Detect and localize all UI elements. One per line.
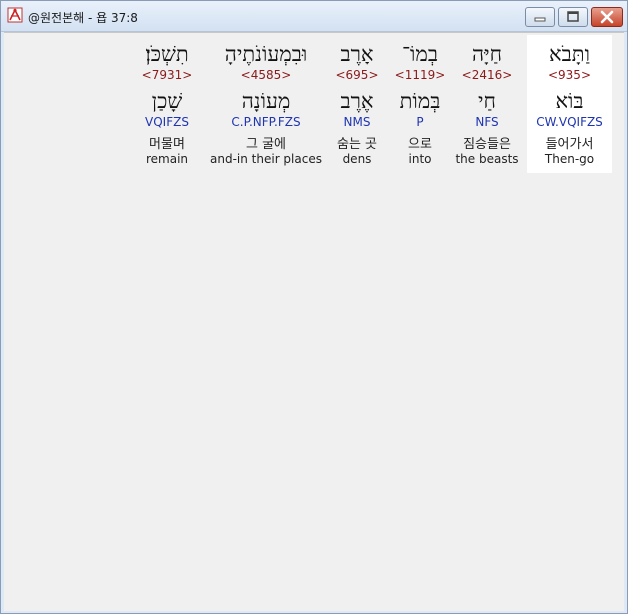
window-title: @원전본해 - 욥 37:8 <box>28 11 138 25</box>
hebrew-word: וּבִמְעוֹנֹתֶיהָ <box>224 42 308 66</box>
word-column-1[interactable]: וַתָּבֹא <935> בּוֹא CW.VQIFZS 들어가서 Then… <box>527 35 612 173</box>
english-gloss: the beasts <box>455 152 519 166</box>
english-gloss: into <box>408 152 432 166</box>
korean-gloss: 으로 <box>408 137 432 152</box>
hebrew-word: אָרֶב <box>340 42 374 66</box>
hebrew-word: בְמוֹ־ <box>402 42 438 66</box>
strong-number: <4585> <box>240 68 292 82</box>
word-column-4[interactable]: אָרֶב <695> אֶרֶב NMS 숨는 곳 dens <box>330 35 384 173</box>
app-window: @원전본해 - 욥 37:8 וַתָּבֹא <935> בּוֹא CW.V… <box>0 0 628 614</box>
morphology-code: CW.VQIFZS <box>536 115 603 129</box>
close-button[interactable] <box>591 7 623 27</box>
morphology-code: P <box>416 115 424 129</box>
lemma: אֶרֶב <box>340 89 374 113</box>
morphology-code: NFS <box>475 115 499 129</box>
minimize-button[interactable] <box>525 7 555 27</box>
strong-number: <7931> <box>141 68 193 82</box>
korean-gloss: 머물며 <box>149 137 185 152</box>
lemma: בְּמוֹת <box>399 89 441 113</box>
korean-gloss: 숨는 곳 <box>336 137 377 152</box>
hebrew-word: תִשְׁכֹּן׃ <box>145 42 189 66</box>
english-gloss: Then-go <box>544 152 595 166</box>
lemma: שָׁכַן <box>151 89 183 113</box>
word-column-5[interactable]: וּבִמְעוֹנֹתֶיהָ <4585> מְעוֹנָה C.P.NFP… <box>209 35 323 173</box>
morphology-code: C.P.NFP.FZS <box>231 115 301 129</box>
word-column-3[interactable]: בְמוֹ־ <1119> בְּמוֹת P 으로 into <box>393 35 447 173</box>
korean-gloss: 들어가서 <box>545 137 594 152</box>
lemma: חַי <box>478 89 496 113</box>
hebrew-word: וַתָּבֹא <box>549 42 590 66</box>
english-gloss: remain <box>145 152 189 166</box>
english-gloss: and-in their places <box>210 152 322 166</box>
title-bar[interactable]: @원전본해 - 욥 37:8 <box>1 1 627 32</box>
strong-number: <1119> <box>394 68 446 82</box>
word-column-6[interactable]: תִשְׁכֹּן׃ <7931> שָׁכַן VQIFZS 머물며 rema… <box>137 35 197 173</box>
compass-pen-icon[interactable] <box>7 7 23 23</box>
morphology-code: VQIFZS <box>145 115 189 129</box>
strong-number: <935> <box>547 68 591 82</box>
lemma: בּוֹא <box>555 89 584 113</box>
maximize-button[interactable] <box>558 7 588 27</box>
interlinear-view: וַתָּבֹא <935> בּוֹא CW.VQIFZS 들어가서 Then… <box>4 32 624 611</box>
minimize-icon <box>534 17 546 22</box>
strong-number: <2416> <box>461 68 513 82</box>
morphology-code: NMS <box>343 115 371 129</box>
lemma: מְעוֹנָה <box>241 89 291 113</box>
word-column-2[interactable]: חַיָּה <2416> חַי NFS 짐승들은 the beasts <box>453 35 521 173</box>
korean-gloss: 그 굴에 <box>245 137 286 152</box>
close-icon <box>600 10 614 24</box>
korean-gloss: 짐승들은 <box>463 137 511 152</box>
hebrew-word: חַיָּה <box>471 42 502 66</box>
strong-number: <695> <box>335 68 379 82</box>
english-gloss: dens <box>342 152 372 166</box>
